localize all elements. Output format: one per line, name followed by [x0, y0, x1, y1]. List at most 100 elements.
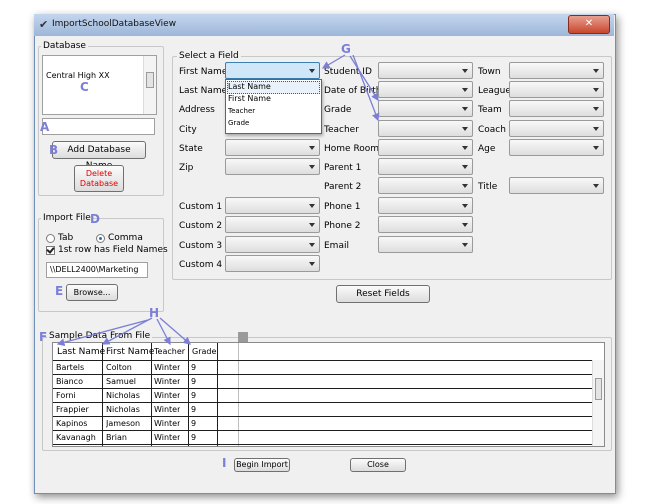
combo-phone-1[interactable]: [378, 197, 473, 214]
field-label-state: State: [179, 144, 203, 154]
combo-custom-3[interactable]: [225, 236, 320, 253]
table-cell: Frappier: [56, 405, 89, 414]
import-path-input[interactable]: \\DELL2400\Marketing: [46, 262, 148, 278]
chevron-down-icon: [593, 107, 599, 111]
table-cell: 9: [191, 391, 197, 400]
table-cell: Nicholas: [106, 391, 140, 400]
field-label-phone-1: Phone 1: [324, 202, 361, 212]
combo-title[interactable]: [509, 177, 604, 194]
dropdown-option-first-name[interactable]: First Name: [228, 94, 271, 103]
combo-home-room[interactable]: [378, 139, 473, 156]
column-header-first-name[interactable]: First Name: [106, 347, 154, 357]
chevron-down-icon: [462, 184, 468, 188]
chevron-down-icon: [309, 262, 315, 266]
table-cell: Colton: [106, 363, 132, 372]
combo-teacher[interactable]: [378, 120, 473, 137]
field-label-town: Town: [478, 67, 501, 77]
database-listbox[interactable]: Central High XX: [42, 55, 157, 115]
select-field-group-label: Select a Field: [177, 51, 241, 61]
chevron-down-icon: [462, 107, 468, 111]
combo-phone-2[interactable]: [378, 216, 473, 233]
combo-date-of-birth[interactable]: [378, 81, 473, 98]
combo-custom-2[interactable]: [225, 216, 320, 233]
combo-parent-2[interactable]: [378, 177, 473, 194]
table-cell: Brian: [106, 433, 127, 442]
table-cell: Winter: [154, 405, 181, 414]
dropdown-option-teacher[interactable]: Teacher: [228, 107, 255, 115]
comma-radio-label: Comma: [108, 233, 143, 243]
add-database-name-button[interactable]: Add Database Name: [52, 141, 146, 171]
chevron-down-icon: [462, 69, 468, 73]
combo-parent-1[interactable]: [378, 158, 473, 175]
column-header-grade[interactable]: Grade: [192, 347, 216, 356]
field-label-team: Team: [478, 105, 502, 115]
window-close-button[interactable]: ✕: [568, 15, 610, 34]
sample-data-grid[interactable]: Last Name First Name Teacher Grade Barte…: [52, 342, 605, 447]
first-row-field-names-checkbox[interactable]: [46, 246, 55, 255]
combo-age[interactable]: [509, 139, 604, 156]
annotation-label-e: E: [55, 284, 64, 298]
combo-first-name[interactable]: [225, 62, 320, 79]
grid-vertical-scrollbar[interactable]: [592, 360, 604, 446]
comma-radio[interactable]: [96, 234, 105, 243]
field-label-parent-1: Parent 1: [324, 163, 362, 173]
title-bar[interactable]: ✔ ImportSchoolDatabaseView ✕: [34, 14, 614, 36]
chevron-down-icon: [462, 146, 468, 150]
field-label-date-of-birth: Date of Birth: [324, 86, 382, 96]
chevron-down-icon: [462, 88, 468, 92]
combo-custom-4[interactable]: [225, 255, 320, 272]
annotation-label-g: G: [341, 42, 351, 56]
scroll-thumb[interactable]: [595, 378, 602, 400]
combo-town[interactable]: [509, 62, 604, 79]
combo-team[interactable]: [509, 100, 604, 117]
table-cell: Bianco: [56, 377, 83, 386]
combo-email[interactable]: [378, 236, 473, 253]
chevron-down-icon: [309, 146, 315, 150]
combo-custom-1[interactable]: [225, 197, 320, 214]
table-cell: Winter: [154, 377, 181, 386]
table-cell: Winter: [154, 419, 181, 428]
field-label-grade: Grade: [324, 105, 352, 115]
combo-student-id[interactable]: [378, 62, 473, 79]
browse-button[interactable]: Browse...: [66, 284, 118, 301]
combo-coach[interactable]: [509, 120, 604, 137]
dropdown-option-last-name[interactable]: Last Name: [228, 82, 271, 91]
column-header-last-name[interactable]: Last Name: [57, 347, 105, 357]
table-cell: 9: [191, 377, 197, 386]
field-label-city: City: [179, 125, 197, 135]
delete-database-button[interactable]: Delete Database: [74, 165, 124, 192]
chevron-down-icon: [309, 223, 315, 227]
combo-grade[interactable]: [378, 100, 473, 117]
chevron-down-icon: [462, 243, 468, 247]
table-cell: 9: [191, 363, 197, 372]
table-cell: 9: [191, 433, 197, 442]
database-list-scrollbar[interactable]: [143, 56, 156, 114]
close-button[interactable]: Close: [350, 458, 406, 472]
dropdown-option-grade[interactable]: Grade: [228, 119, 249, 127]
field-label-custom-2: Custom 2: [179, 221, 223, 231]
chevron-down-icon: [593, 88, 599, 92]
field-label-teacher: Teacher: [324, 125, 359, 135]
annotation-label-b: B: [49, 143, 59, 157]
combo-state[interactable]: [225, 139, 320, 156]
field-label-student-id: Student ID: [324, 67, 372, 77]
field-label-last-name: Last Name: [179, 86, 228, 96]
combo-league[interactable]: [509, 81, 604, 98]
begin-import-button[interactable]: Begin Import: [234, 458, 290, 472]
column-header-teacher[interactable]: Teacher: [154, 347, 185, 356]
table-cell: Nicholas: [106, 405, 140, 414]
database-name-input[interactable]: [42, 118, 155, 135]
database-list-item[interactable]: Central High XX: [46, 71, 110, 80]
tab-radio[interactable]: [46, 234, 55, 243]
scroll-thumb[interactable]: [146, 72, 154, 88]
field-label-custom-1: Custom 1: [179, 202, 223, 212]
combo-zip[interactable]: [225, 158, 320, 175]
field-label-custom-4: Custom 4: [179, 260, 223, 270]
table-cell: Kapinos: [56, 419, 88, 428]
chevron-down-icon: [309, 69, 315, 73]
annotation-label-i: I: [222, 456, 227, 470]
first-name-dropdown-list[interactable]: Last Name First Name Teacher Grade: [225, 79, 322, 134]
chevron-down-icon: [462, 223, 468, 227]
table-cell: Bartels: [56, 363, 85, 372]
reset-fields-button[interactable]: Reset Fields: [336, 285, 430, 303]
